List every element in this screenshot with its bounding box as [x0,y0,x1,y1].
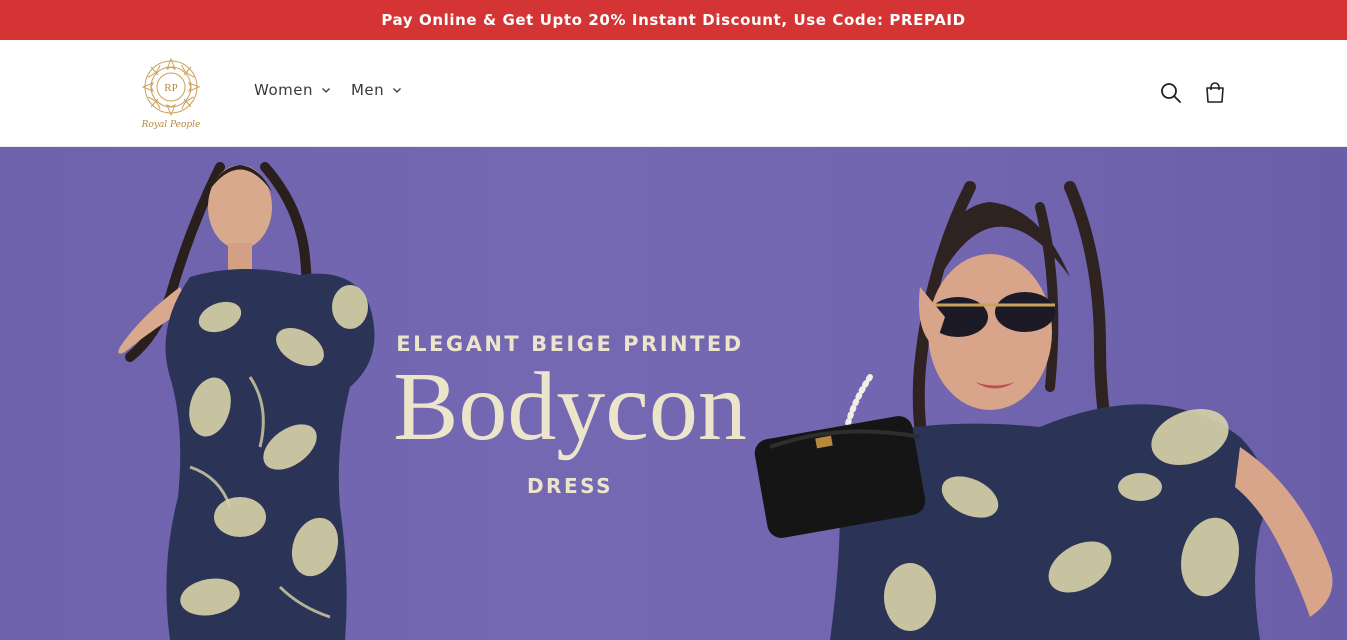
chevron-down-icon [322,88,330,93]
brand-logo[interactable]: RP Royal People [136,55,206,131]
nav-item-label: Women [254,81,313,99]
hero-line-3: DRESS [526,474,614,498]
chevron-down-icon [393,88,402,93]
model-right-image [754,181,1333,640]
nav-item-label: Men [350,81,385,99]
search-icon [1161,83,1181,103]
announcement-bar: Pay Online & Get Upto 20% Instant Discou… [0,0,1347,40]
logo-monogram: RP [164,82,177,94]
logo-name: Royal People [141,120,201,130]
hero-line-2: Bodycon [393,353,747,461]
search-button[interactable] [1159,81,1183,105]
main-nav: Women Men [254,81,402,99]
logo-emblem-icon: RP [141,57,201,117]
cart-icon [1206,82,1224,103]
site-header: RP Royal People Women Men [0,40,1347,147]
nav-item-men[interactable]: Men [351,81,402,99]
hero-banner[interactable]: ELEGANT BEIGE PRINTED Bodycon DRESS [0,147,1347,640]
cart-button[interactable] [1203,81,1227,105]
announcement-text: Pay Online & Get Upto 20% Instant Discou… [381,11,966,29]
model-left-image [118,162,375,640]
nav-item-women[interactable]: Women [254,81,331,99]
hero-heading: ELEGANT BEIGE PRINTED Bodycon DRESS [380,332,760,498]
